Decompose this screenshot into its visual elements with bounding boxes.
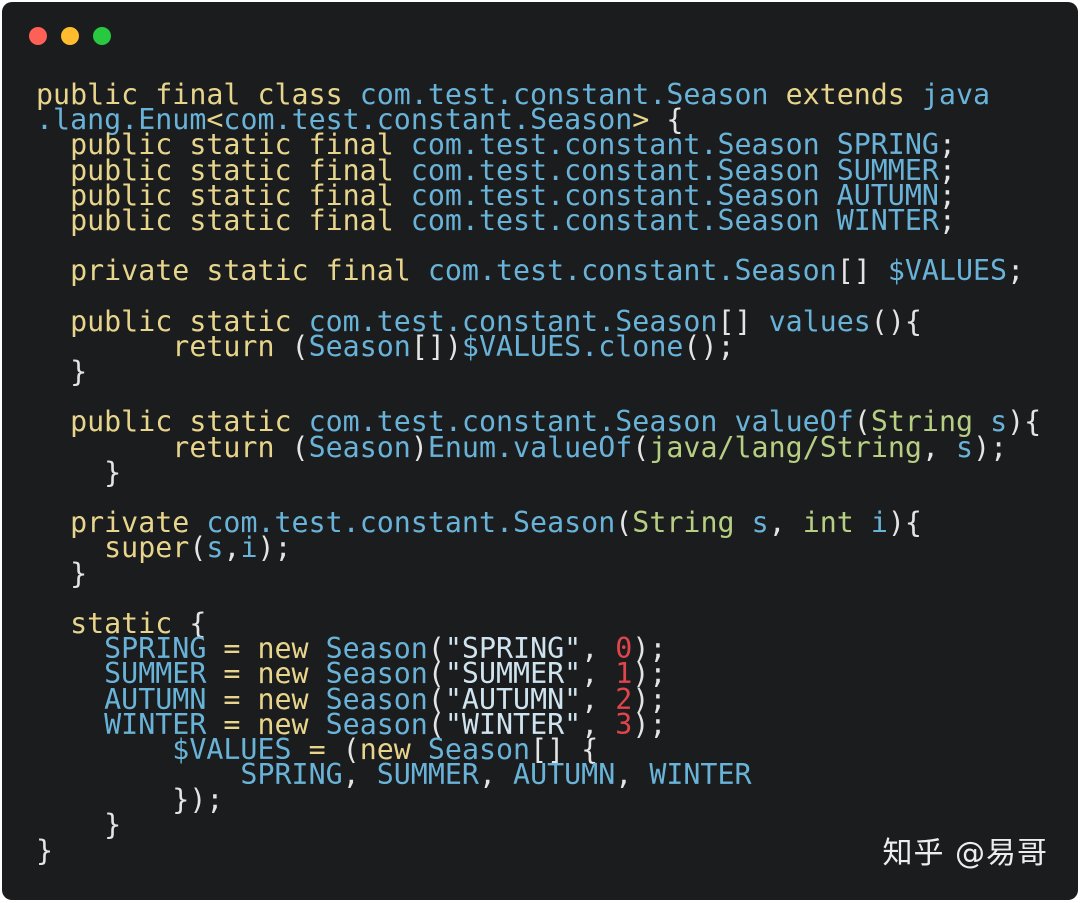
code-token: extends [785,78,922,111]
zoom-window-button[interactable] [93,27,111,45]
code-token: ); [973,430,1008,464]
code-token: java [921,78,991,111]
code-token: values [768,304,871,338]
code-token: , [342,758,377,792]
code-line: private static final com.test.constant.S… [36,257,1041,285]
code-token: , [223,531,241,565]
code-token: com.test.constant.Season [427,254,837,288]
code-token: int [802,506,871,540]
code-token: (){ [870,304,922,338]
code-line: public static final com.test.constant.Se… [36,206,1041,234]
code-token: [] [836,254,888,288]
code-token: ( [291,430,309,464]
code-token: s [751,506,769,540]
code-token: ){ [887,506,922,540]
code-token: ); [632,707,667,741]
code-token: , [921,430,957,464]
code-token: String [632,506,752,540]
code-token: $VALUES.clone [461,329,684,363]
code-token: ( [615,506,633,540]
code-token: $VALUES [887,254,1008,288]
code-token: (); [683,329,735,363]
code-token: , [615,758,650,792]
watermark: 知乎 @易哥 [882,836,1048,871]
code-token: } [36,833,54,867]
code-token: s [206,531,224,565]
code-token: , [768,506,803,540]
code-token: com.test.constant.Season WINTER [410,203,939,237]
code-token: ) [410,430,428,464]
code-token: private static final [36,254,428,288]
code-token: ( [632,430,650,464]
code-token: ( [291,329,309,363]
code-line: return (Season)Enum.valueOf(java/lang/St… [36,433,1041,461]
window-titlebar [2,2,1078,72]
code-window: public final class com.test.constant.Sea… [2,2,1078,900]
code-token: ){ [1007,405,1042,439]
code-token: ; [938,203,956,237]
code-token: i [870,506,888,540]
code-token: ( [189,531,207,565]
code-token: ); [257,531,292,565]
code-token: java/lang/String [649,430,922,464]
code-token: public static final [36,203,411,237]
code-token: SUMMER [376,758,479,792]
close-window-button[interactable] [29,27,47,45]
code-token: 3 [615,707,633,741]
code-block: public final class com.test.constant.Sea… [36,80,1042,864]
code-token: Enum.valueOf [427,430,633,464]
code-token: Season [308,329,411,363]
minimize-window-button[interactable] [61,27,79,45]
code-token: WINTER [649,758,752,792]
code-token: i [240,531,258,565]
code-token: []) [410,329,462,363]
code-token: Season [308,430,411,464]
code-token: s [956,430,974,464]
code-token: , [478,758,514,792]
code-token: AUTUMN [513,758,616,792]
code-token: ; [1007,254,1025,288]
